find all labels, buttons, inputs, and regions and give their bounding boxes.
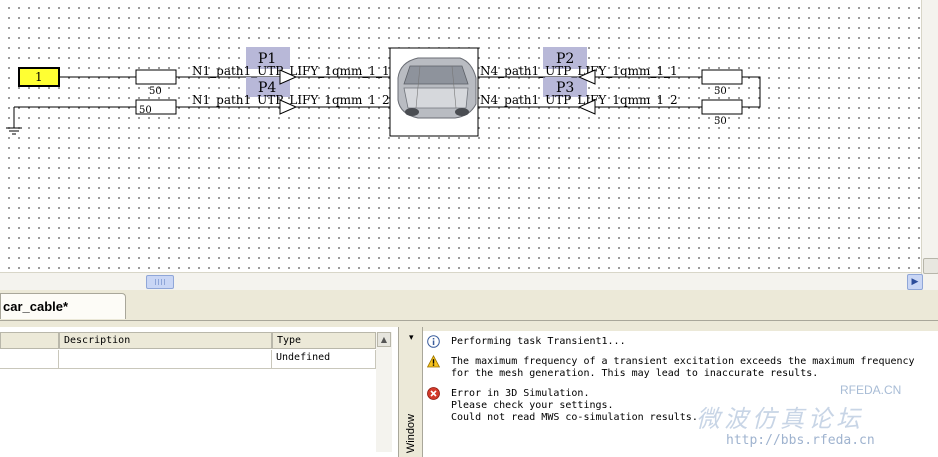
grip-icon [155, 279, 165, 285]
horizontal-scroll-thumb[interactable] [146, 275, 174, 289]
tab-car-cable[interactable]: car_cable* [0, 293, 126, 319]
error-icon [427, 387, 440, 400]
resistor-3-value: 50 [714, 86, 727, 97]
resistor-1[interactable] [135, 69, 177, 85]
column-header-name[interactable] [0, 332, 59, 349]
column-header-type[interactable]: Type [272, 332, 376, 349]
scroll-up-arrow-icon[interactable]: ▲ [377, 332, 391, 347]
resistor-3[interactable] [701, 69, 743, 85]
schematic-canvas[interactable]: 1 50 50 50 50 P1 P4 P2 P3 N1_path1_UTP_L… [0, 0, 921, 272]
column-header-description[interactable]: Description [59, 332, 272, 349]
table-cell-description[interactable] [59, 350, 272, 369]
schematic-drawing[interactable]: 1 50 50 50 50 P1 P4 P2 P3 N1_path1_UTP_L… [0, 0, 921, 272]
info-icon [427, 335, 440, 348]
canvas-horizontal-scrollbar[interactable] [0, 272, 921, 291]
car-cable-block[interactable] [389, 47, 479, 137]
message-text: Performing task Transient1... [451, 336, 626, 347]
pin-icon[interactable]: ▾ [409, 333, 414, 343]
ground-icon [6, 127, 22, 135]
message-text: The maximum frequency of a transient exc… [451, 356, 915, 379]
message-window-sidebar: ▾ Window [403, 327, 423, 457]
document-tab-strip [0, 290, 938, 321]
list-item[interactable]: Performing task Transient1... [423, 333, 938, 351]
table-vertical-scrollbar[interactable]: ▲ [376, 332, 392, 452]
canvas-vertical-scrollbar[interactable] [921, 0, 938, 290]
table-cell-type[interactable]: Undefined [272, 350, 376, 369]
resistor-1-value: 50 [149, 86, 162, 97]
table-cell-name[interactable] [0, 350, 59, 369]
resistor-2-value: 50 [139, 105, 152, 116]
list-item[interactable]: The maximum frequency of a transient exc… [423, 353, 938, 383]
message-text: Error in 3D Simulation. Please check you… [451, 388, 698, 423]
net-label-n4-2: N4_path1_UTP_LIFY_1qmm_1_2 [480, 93, 678, 107]
car-model-icon [397, 57, 477, 119]
source-value: 1 [35, 70, 43, 84]
resistor-4[interactable] [701, 99, 743, 115]
resistor-4-value: 50 [714, 116, 727, 127]
message-window-title: Window [405, 413, 417, 453]
message-window[interactable]: Performing task Transient1... The maximu… [423, 331, 938, 457]
scroll-right-arrow-icon[interactable]: ▶ [907, 274, 923, 290]
list-item[interactable]: Error in 3D Simulation. Please check you… [423, 385, 938, 429]
net-label-n4-1: N4_path1_UTP_LIFY_1qmm_1_1 [480, 64, 678, 78]
parameter-list-panel[interactable]: Description Type Undefined ▲ [0, 327, 399, 457]
warning-icon [427, 355, 440, 368]
vertical-scroll-thumb[interactable] [923, 258, 938, 274]
